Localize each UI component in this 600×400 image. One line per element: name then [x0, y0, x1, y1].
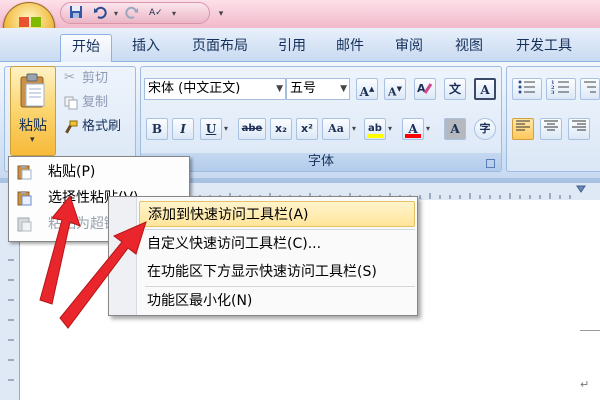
grow-font-label: A [359, 85, 369, 99]
quick-access-toolbar: ▾ A✓ ▾ [60, 2, 210, 24]
tab-home[interactable]: 开始 [60, 34, 112, 62]
tab-developer[interactable]: 开发工具 [504, 34, 584, 60]
change-case-button[interactable]: Aa [322, 118, 350, 140]
underline-label: U [205, 122, 217, 136]
font-color-swatch [405, 134, 421, 138]
numbering-icon[interactable]: 123 [546, 78, 576, 100]
menu-separator [145, 229, 415, 230]
paste-button[interactable]: 粘贴 ▾ [10, 66, 56, 156]
align-right-icon[interactable] [568, 118, 590, 140]
scissors-icon: ✂ [64, 70, 75, 85]
chevron-down-icon: ▼ [276, 84, 283, 94]
clear-format-icon[interactable]: A [414, 78, 436, 100]
customize-toolbar-icon[interactable]: ▾ [212, 5, 230, 23]
paste-menu-item[interactable]: 粘贴(P) [10, 160, 188, 184]
redo-icon[interactable] [123, 5, 141, 23]
bullets-icon[interactable] [512, 78, 542, 100]
qat-context-menu: 添加到快速访问工具栏(A) 自定义快速访问工具栏(C)... 在功能区下方显示快… [108, 196, 418, 316]
highlight-color-swatch [367, 134, 383, 138]
paste-hyperlink-icon [17, 217, 32, 232]
show-qat-below-ribbon-menu-item[interactable]: 在功能区下方显示快速访问工具栏(S) [139, 259, 415, 285]
underline-dropdown-icon[interactable]: ▾ [224, 124, 228, 133]
paragraph-mark-icon: ↵ [580, 378, 590, 391]
align-center-icon[interactable] [540, 118, 562, 140]
margin-corner-mark [580, 330, 600, 331]
subscript-label: x₂ [275, 122, 287, 135]
tab-view[interactable]: 视图 [444, 34, 494, 60]
highlight-button[interactable]: ab [364, 118, 386, 140]
font-size-combo[interactable]: 五号 ▼ [286, 78, 350, 100]
font-name-value: 宋体 (中文正文) [148, 81, 241, 96]
format-painter-button[interactable]: 格式刷 [82, 118, 121, 136]
highlight-dropdown-icon[interactable]: ▾ [388, 124, 392, 133]
bold-button[interactable]: B [146, 118, 168, 140]
font-color-button[interactable]: A [402, 118, 424, 140]
paste-icon [17, 165, 32, 180]
font-name-combo[interactable]: 宋体 (中文正文) ▼ [144, 78, 286, 100]
tab-insert[interactable]: 插入 [124, 34, 168, 60]
grow-font-button[interactable]: A▲ [356, 78, 378, 100]
spelling-check-icon[interactable]: A✓ [147, 5, 165, 23]
save-icon[interactable] [67, 5, 85, 23]
superscript-button[interactable]: x² [296, 118, 318, 140]
superscript-label: x² [301, 122, 313, 135]
char-shading-button[interactable]: A [444, 118, 466, 140]
dialog-launcher-icon[interactable] [486, 159, 495, 168]
font-size-value: 五号 [290, 81, 317, 96]
paste-special-icon [17, 191, 32, 206]
char-border-button[interactable]: A [474, 78, 496, 100]
multilevel-list-icon[interactable] [580, 78, 600, 100]
tab-page-layout[interactable]: 页面布局 [180, 34, 260, 60]
bold-label: B [151, 122, 163, 136]
ribbon-tabs: 开始 插入 页面布局 引用 邮件 审阅 视图 开发工具 [0, 28, 600, 62]
paste-label: 粘贴 [19, 118, 47, 134]
paste-menu-label: 粘贴(P) [48, 164, 96, 180]
clipboard-icon [20, 73, 45, 108]
strikethrough-button[interactable]: abe [238, 118, 266, 140]
strikethrough-label: abe [241, 123, 263, 134]
phonetic-guide-button[interactable]: 文 [444, 78, 466, 100]
italic-button[interactable]: I [172, 118, 194, 140]
font-group-label: 字体 [141, 153, 501, 171]
subscript-button[interactable]: x₂ [270, 118, 292, 140]
svg-text:A✓: A✓ [149, 8, 163, 18]
change-case-label: Aa [328, 122, 344, 135]
svg-text:3: 3 [551, 90, 555, 95]
tab-mailings[interactable]: 邮件 [326, 34, 374, 60]
italic-label: I [180, 122, 186, 136]
paste-dropdown-icon: ▾ [30, 135, 35, 145]
underline-button[interactable]: U [200, 118, 222, 140]
title-bar: ▾ A✓ ▾ ▾ [0, 0, 600, 28]
customize-qat-menu-item[interactable]: 自定义快速访问工具栏(C)... [139, 231, 415, 257]
menu-gutter [109, 197, 137, 315]
cut-button[interactable]: 剪切 [82, 70, 108, 88]
copy-button[interactable]: 复制 [82, 94, 108, 112]
copy-icon [64, 96, 78, 110]
highlight-label: ab [368, 123, 382, 134]
char-border-label: A [480, 83, 490, 97]
char-shading-label: A [450, 122, 460, 136]
menu-separator [145, 286, 415, 287]
font-color-dropdown-icon[interactable]: ▾ [426, 124, 430, 133]
enclose-char-label: 字 [479, 122, 491, 135]
phonetic-guide-label: 文 [448, 82, 461, 96]
tab-review[interactable]: 审阅 [384, 34, 434, 60]
align-left-icon[interactable] [512, 118, 534, 140]
minimize-ribbon-menu-item[interactable]: 功能区最小化(N) [139, 288, 415, 314]
format-painter-icon [65, 120, 78, 134]
spelling-dropdown-icon[interactable]: ▾ [165, 5, 183, 23]
change-case-dropdown-icon[interactable]: ▾ [352, 124, 356, 133]
chevron-down-icon: ▼ [340, 84, 347, 94]
add-to-qat-menu-item[interactable]: 添加到快速访问工具栏(A) [139, 201, 415, 227]
shrink-font-button[interactable]: A▼ [384, 78, 406, 100]
enclose-char-button[interactable]: 字 [474, 118, 496, 140]
tab-references[interactable]: 引用 [268, 34, 316, 60]
svg-text:A: A [417, 82, 426, 95]
shrink-font-label: A [388, 85, 397, 99]
